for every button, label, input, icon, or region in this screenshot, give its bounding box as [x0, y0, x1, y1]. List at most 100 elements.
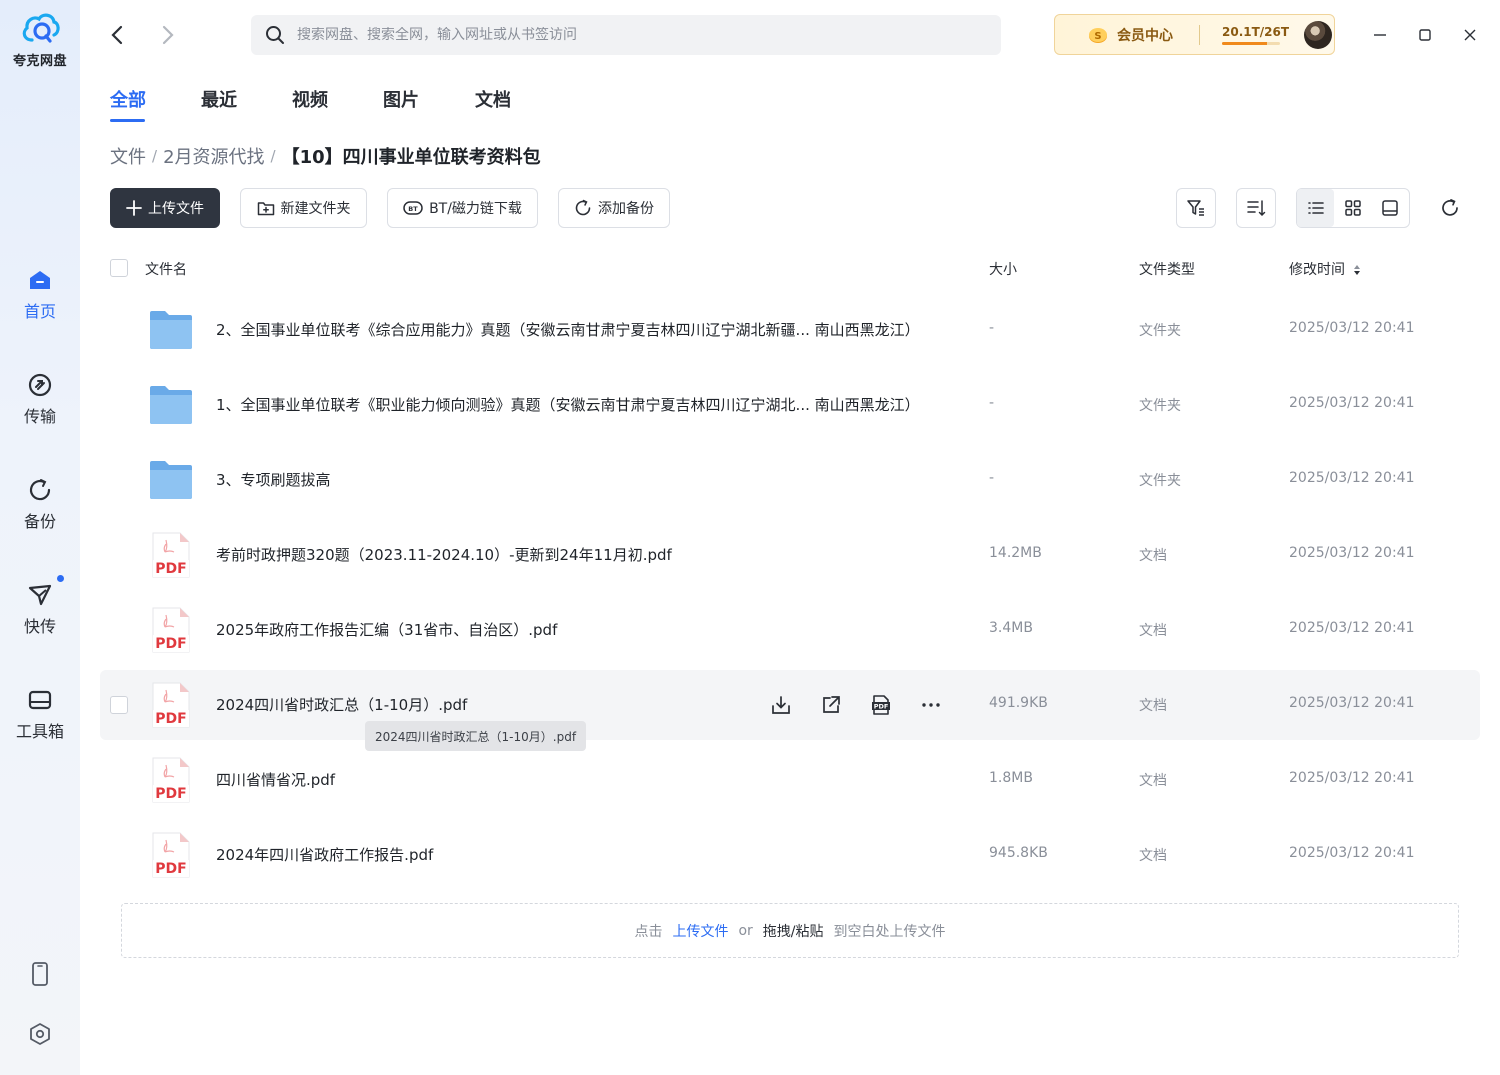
svg-text:BT: BT [408, 205, 418, 213]
new-folder-button[interactable]: 新建文件夹 [240, 188, 367, 228]
table-row-folder[interactable]: 1、全国事业单位联考《职业能力倾向测验》真题（安徽云南甘肃宁夏吉林四川辽宁湖北.… [100, 370, 1480, 440]
pdf-label: PDF [155, 711, 186, 727]
search-bar[interactable] [251, 15, 1001, 55]
table-row-file[interactable]: PDF 四川省情省况.pdf 1.8MB 文档 2025/03/12 20:41 [100, 745, 1480, 815]
more-button[interactable] [918, 692, 944, 718]
tab-video[interactable]: 视频 [292, 86, 328, 112]
coin-icon: S [1087, 24, 1109, 46]
tab-recent[interactable]: 最近 [201, 86, 237, 112]
file-type: 文件夹 [1139, 323, 1181, 339]
file-size: 491.9KB [989, 695, 1048, 711]
table-row-file[interactable]: PDF 2024年四川省政府工作报告.pdf 945.8KB 文档 2025/03/12… [100, 820, 1480, 890]
file-time: 2025/03/12 20:41 [1289, 545, 1415, 561]
sidebar-item-home[interactable]: 首页 [0, 266, 80, 322]
file-size: - [989, 320, 995, 336]
search-input[interactable] [297, 27, 947, 43]
file-name[interactable]: 2、全国事业单位联考《综合应用能力》真题（安徽云南甘肃宁夏吉林四川辽宁湖北新疆.… [216, 319, 920, 340]
sidebar-item-label: 备份 [23, 512, 56, 531]
row-actions: PDF [768, 692, 968, 718]
sidebar-item-backup[interactable]: 备份 [0, 476, 80, 532]
file-name[interactable]: 考前时政押题320题（2023.11-2024.10）-更新到24年11月初.p… [216, 544, 672, 565]
table-row-file[interactable]: PDF 2025年政府工作报告汇编（31省市、自治区）.pdf 3.4MB 文档 202… [100, 595, 1480, 665]
quota-progress-fill [1222, 41, 1267, 45]
close-button[interactable] [1455, 20, 1485, 50]
view-mode-switch [1296, 188, 1410, 228]
dropzone-or: or [738, 922, 753, 939]
phone-icon[interactable] [26, 960, 54, 988]
app-logo[interactable]: 夸克网盘 [0, 10, 80, 69]
dropzone-upload-link[interactable]: 上传文件 [672, 921, 728, 941]
file-type: 文档 [1139, 548, 1167, 564]
file-name[interactable]: 1、全国事业单位联考《职业能力倾向测验》真题（安徽云南甘肃宁夏吉林四川辽宁湖北.… [216, 394, 920, 415]
table-row-file[interactable]: PDF 2024四川省时政汇总（1-10月）.pdf PDF 491.9KB 文档 202… [100, 670, 1480, 740]
forward-button[interactable] [154, 20, 182, 50]
file-name[interactable]: 3、专项刷题拔高 [216, 469, 331, 490]
tab-image[interactable]: 图片 [383, 86, 419, 112]
maximize-icon [1419, 29, 1431, 41]
tab-all[interactable]: 全部 [110, 86, 146, 112]
add-backup-button[interactable]: 添加备份 [558, 188, 670, 228]
close-icon [1464, 29, 1476, 41]
download-button[interactable] [768, 692, 794, 718]
sidebar-item-toolbox[interactable]: 工具箱 [0, 686, 80, 742]
toolbox-icon [26, 686, 54, 714]
file-name[interactable]: 2024四川省时政汇总（1-10月）.pdf [216, 694, 467, 715]
vip-center[interactable]: S 会员中心 20.1T/26T [1054, 14, 1335, 55]
table-row-folder[interactable]: 3、专项刷题拔高 - 文件夹 2025/03/12 20:41 [100, 445, 1480, 515]
filter-button[interactable] [1176, 188, 1216, 228]
breadcrumb-current: 【10】四川事业单位联考资料包 [281, 147, 541, 168]
pdf-label: PDF [155, 636, 186, 652]
pdf-tool-button[interactable]: PDF [868, 692, 894, 718]
avatar[interactable] [1304, 20, 1332, 49]
file-size: 945.8KB [989, 845, 1048, 861]
upload-button[interactable]: 上传文件 [110, 188, 220, 228]
sidebar-item-label: 传输 [23, 407, 56, 426]
preview-view-button[interactable] [1371, 189, 1408, 227]
table-row-file[interactable]: PDF 考前时政押题320题（2023.11-2024.10）-更新到24年11月… [100, 520, 1480, 590]
file-type: 文件夹 [1139, 398, 1181, 414]
minimize-button[interactable] [1365, 20, 1395, 50]
grid-view-button[interactable] [1334, 189, 1371, 227]
sidebar-item-transfer[interactable]: 传输 [0, 371, 80, 427]
list-view-button[interactable] [1297, 189, 1334, 227]
header-name: 文件名 [145, 262, 187, 278]
sort-toggle-icon [1354, 265, 1361, 275]
back-button[interactable] [103, 20, 131, 50]
refresh-button[interactable] [1436, 194, 1464, 222]
sidebar-item-quick-send[interactable]: 快传 [0, 575, 80, 637]
list-icon [1307, 202, 1324, 214]
bt-download-button[interactable]: BT BT/磁力链下载 [387, 188, 538, 228]
home-icon [26, 266, 54, 294]
breadcrumb-separator: / [152, 147, 158, 165]
table-row-folder[interactable]: 2、全国事业单位联考《综合应用能力》真题（安徽云南甘肃宁夏吉林四川辽宁湖北新疆.… [100, 295, 1480, 365]
file-size: - [989, 470, 995, 486]
file-name[interactable]: 2024年四川省政府工作报告.pdf [216, 844, 433, 865]
share-button[interactable] [818, 692, 844, 718]
breadcrumb-item[interactable]: 文件 [110, 143, 146, 169]
folder-icon [150, 386, 192, 424]
sort-button[interactable] [1236, 188, 1276, 228]
upload-dropzone[interactable]: 点击 上传文件 or 拖拽/粘贴 到空白处上传文件 [121, 903, 1459, 958]
pdf-tool-icon: PDF [872, 695, 890, 715]
chevron-left-icon [111, 25, 123, 45]
file-name[interactable]: 四川省情省况.pdf [216, 769, 335, 790]
quota-progress [1222, 41, 1280, 45]
settings-icon[interactable] [26, 1020, 54, 1048]
plus-icon [126, 200, 142, 216]
file-time: 2025/03/12 20:41 [1289, 620, 1415, 636]
tab-document[interactable]: 文档 [475, 86, 511, 112]
breadcrumb: 文件 / 2月资源代找 / 【10】四川事业单位联考资料包 [110, 143, 541, 169]
pdf-file-icon: PDF [152, 757, 190, 803]
file-time: 2025/03/12 20:41 [1289, 395, 1415, 411]
sidebar: 夸克网盘 首页 传输 备份 快传 工具箱 [0, 0, 80, 1075]
storage-quota[interactable]: 20.1T/26T [1222, 25, 1294, 45]
file-name[interactable]: 2025年政府工作报告汇编（31省市、自治区）.pdf [216, 619, 557, 640]
breadcrumb-item[interactable]: 2月资源代找 [163, 143, 264, 169]
header-time-sort[interactable]: 修改时间 [1289, 259, 1361, 279]
pdf-file-icon: PDF [152, 607, 190, 653]
header-time: 修改时间 [1289, 262, 1345, 278]
backup-icon [26, 476, 54, 504]
maximize-button[interactable] [1410, 20, 1440, 50]
select-all-checkbox[interactable] [110, 259, 128, 277]
row-checkbox[interactable] [110, 696, 128, 714]
